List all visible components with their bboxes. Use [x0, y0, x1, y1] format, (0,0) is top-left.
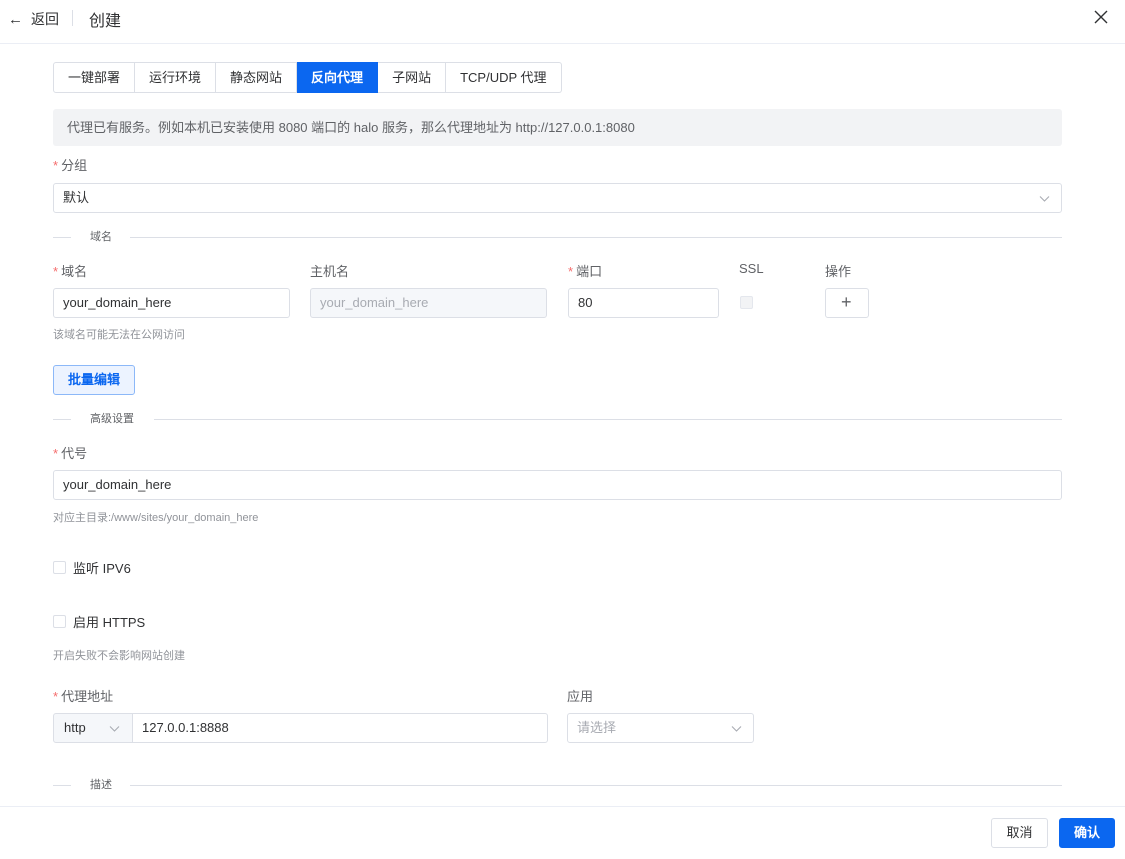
- proxy-address-input[interactable]: 127.0.0.1:8888: [132, 713, 548, 743]
- domain-input[interactable]: your_domain_here: [53, 288, 290, 318]
- proxy-address-label: * 代理地址: [53, 689, 114, 704]
- page-title: 创建: [89, 13, 122, 30]
- info-notice: 代理已有服务。例如本机已安装使用 8080 端口的 halo 服务，那么代理地址…: [53, 109, 1062, 146]
- close-icon[interactable]: [1093, 9, 1109, 25]
- domain-divider: 域名: [53, 230, 1062, 244]
- dialog-header: ← 返回 创建: [0, 0, 1125, 44]
- ipv6-checkbox-row[interactable]: 监听 IPV6: [53, 558, 131, 577]
- https-label: 启用 HTTPS: [73, 615, 146, 630]
- alias-hint: 对应主目录:/www/sites/your_domain_here: [53, 512, 259, 524]
- app-placeholder: 请选择: [577, 720, 617, 735]
- ipv6-checkbox[interactable]: [53, 561, 66, 574]
- ssl-label: SSL: [739, 261, 764, 276]
- plus-icon: +: [841, 292, 852, 312]
- chevron-down-icon: [1039, 196, 1050, 202]
- group-select[interactable]: 默认: [53, 183, 1062, 213]
- action-label: 操作: [825, 264, 852, 279]
- chevron-down-icon: [731, 726, 742, 732]
- group-label: * 分组: [53, 158, 88, 173]
- arrow-left-icon: ←: [8, 10, 23, 28]
- group-value: 默认: [63, 190, 90, 205]
- alias-label: * 代号: [53, 446, 88, 461]
- domain-label: * 域名: [53, 264, 88, 279]
- ipv6-label: 监听 IPV6: [73, 561, 131, 576]
- confirm-button[interactable]: 确认: [1059, 818, 1115, 848]
- domain-hint: 该域名可能无法在公网访问: [53, 329, 185, 341]
- https-checkbox[interactable]: [53, 615, 66, 628]
- tab-static-site[interactable]: 静态网站: [216, 62, 298, 93]
- hostname-label: 主机名: [310, 264, 350, 279]
- https-hint: 开启失败不会影响网站创建: [53, 650, 185, 662]
- tab-subsite[interactable]: 子网站: [378, 62, 447, 93]
- https-checkbox-row[interactable]: 启用 HTTPS: [53, 612, 145, 631]
- tab-runtime[interactable]: 运行环境: [135, 62, 217, 93]
- hostname-input: your_domain_here: [310, 288, 547, 318]
- divider-title: 高级设置: [90, 413, 134, 425]
- alias-input[interactable]: your_domain_here: [53, 470, 1062, 500]
- divider-title: 描述: [90, 779, 112, 791]
- back-label: 返回: [31, 11, 59, 27]
- protocol-select[interactable]: http: [53, 713, 133, 743]
- header-separator: [72, 10, 73, 26]
- port-input[interactable]: 80: [568, 288, 719, 318]
- dialog-footer: 取消 确认: [0, 806, 1125, 859]
- port-label: * 端口: [568, 264, 603, 279]
- protocol-value: http: [64, 720, 86, 735]
- divider-title: 域名: [90, 231, 112, 243]
- advanced-divider: 高级设置: [53, 412, 1062, 426]
- app-label: 应用: [567, 689, 594, 704]
- required-mark: *: [53, 158, 59, 173]
- chevron-down-icon: [109, 726, 120, 732]
- ssl-checkbox: [740, 296, 753, 309]
- cancel-button[interactable]: 取消: [991, 818, 1048, 848]
- add-domain-button[interactable]: +: [825, 288, 869, 318]
- type-tabs: 一键部署 运行环境 静态网站 反向代理 子网站 TCP/UDP 代理: [53, 62, 562, 93]
- batch-edit-button[interactable]: 批量编辑: [53, 365, 135, 395]
- back-button[interactable]: ← 返回: [8, 9, 59, 29]
- tab-reverse-proxy[interactable]: 反向代理: [297, 62, 379, 93]
- tab-one-click-deploy[interactable]: 一键部署: [53, 62, 136, 93]
- app-select[interactable]: 请选择: [567, 713, 754, 743]
- description-divider: 描述: [53, 778, 1062, 792]
- tab-tcp-udp-proxy[interactable]: TCP/UDP 代理: [446, 62, 562, 93]
